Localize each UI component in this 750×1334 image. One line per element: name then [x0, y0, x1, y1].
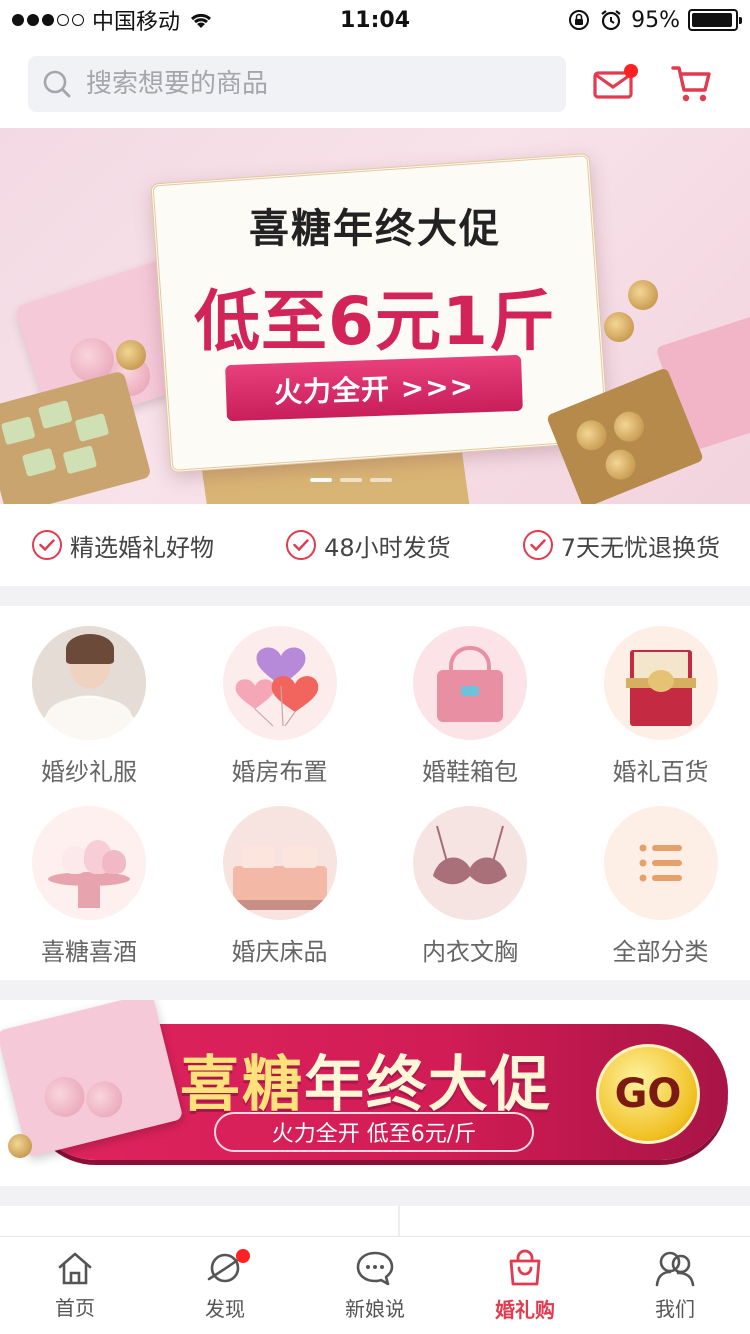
category-item[interactable]: 喜糖喜酒: [0, 806, 184, 967]
status-bar: 中国移动 11:04 95%: [0, 0, 750, 40]
check-circle-icon: [32, 530, 62, 560]
promo-banner[interactable]: 喜糖年终大促 火力全开 低至6元/斤 GO: [0, 1000, 750, 1186]
banner-pager: [310, 478, 392, 482]
chat-bubble-icon: [355, 1249, 395, 1291]
category-label: 婚庆床品: [231, 938, 328, 966]
category-item[interactable]: 内衣文胸: [375, 806, 565, 967]
promo-title-a: 喜糖: [180, 1050, 304, 1120]
hero-headline: 低至6元1斤: [194, 283, 556, 360]
alarm-icon: [601, 10, 621, 31]
category-item[interactable]: 全部分类: [566, 806, 750, 967]
promise-label: 精选婚礼好物: [70, 533, 214, 562]
category-item[interactable]: 婚礼百货: [566, 626, 750, 787]
tab-label: 新娘说: [345, 1297, 405, 1321]
check-circle-icon: [286, 530, 317, 560]
promise-label: 7天无忧退换货: [560, 533, 720, 562]
cart-button[interactable]: [668, 60, 716, 108]
category-item[interactable]: 婚房布置: [185, 626, 375, 787]
category-label: 婚鞋箱包: [422, 758, 518, 786]
mail-button[interactable]: [590, 60, 638, 108]
search-input[interactable]: [86, 69, 552, 99]
tab-home[interactable]: 首页: [0, 1237, 150, 1334]
promo-title-b: 年终大促: [304, 1050, 552, 1120]
bed-icon: [222, 806, 337, 920]
bra-icon: [413, 806, 527, 920]
carrier-label: 中国移动: [92, 10, 181, 35]
promo-go-button[interactable]: GO: [596, 1044, 700, 1144]
cart-icon: [671, 66, 711, 102]
status-right: 95%: [567, 7, 742, 33]
signal-strength-icon: [12, 14, 84, 26]
tab-planet[interactable]: 发现: [150, 1237, 300, 1334]
category-label: 婚礼百货: [612, 758, 709, 786]
tab-label: 发现: [205, 1297, 245, 1321]
bottom-tab-bar: 首页 发现 新娘说 婚礼购 我们: [0, 1236, 750, 1334]
category-item[interactable]: 婚纱礼服: [0, 626, 184, 787]
category-item[interactable]: 婚庆床品: [185, 806, 375, 967]
tab-chat-bubble[interactable]: 新娘说: [300, 1237, 450, 1334]
category-grid: 婚纱礼服 婚房布置 婚鞋箱包 婚礼百货喜糖喜酒 婚庆床品 内衣文胸 全部分类: [0, 606, 750, 980]
wedding-dress-icon: [32, 626, 146, 740]
promo-subtitle: 火力全开 低至6元/斤: [214, 1112, 534, 1152]
promise-label: 48小时发货: [324, 533, 451, 562]
handbag-icon: [413, 626, 527, 740]
gift-box-icon: [603, 626, 718, 740]
hero-banner[interactable]: 喜糖年终大促 低至6元1斤 火力全开 >>>: [0, 128, 750, 504]
shopping-bag-icon: [505, 1248, 545, 1292]
promise-item: 7天无忧退换货: [522, 528, 720, 563]
notification-dot: [236, 1249, 250, 1263]
category-label: 婚房布置: [231, 758, 328, 786]
tab-shopping-bag[interactable]: 婚礼购: [450, 1237, 600, 1334]
check-circle-icon: [522, 530, 553, 560]
heart-balloons-icon: [222, 626, 337, 740]
promise-item: 精选婚礼好物: [32, 528, 214, 563]
home-icon: [56, 1250, 94, 1290]
pager-dot: [340, 478, 362, 482]
tab-label: 首页: [55, 1296, 95, 1320]
category-label: 婚纱礼服: [41, 758, 137, 786]
meringue-stand-icon: [32, 806, 146, 920]
pager-dot: [370, 478, 392, 482]
category-label: 喜糖喜酒: [41, 938, 137, 966]
status-left: 中国移动: [12, 4, 214, 36]
orientation-lock-icon: [569, 10, 590, 30]
wifi-icon: [190, 13, 212, 28]
couple-icon: [654, 1249, 696, 1291]
list-icon: [603, 806, 718, 920]
promo-title: 喜糖年终大促: [180, 1036, 552, 1123]
battery-icon: [688, 9, 742, 31]
tab-label: 我们: [655, 1297, 695, 1321]
mail-unread-dot: [624, 64, 638, 78]
tab-couple[interactable]: 我们: [600, 1237, 750, 1334]
category-label: 内衣文胸: [422, 938, 518, 966]
category-label: 全部分类: [612, 938, 709, 966]
promise-item: 48小时发货: [286, 528, 451, 563]
pager-dot: [310, 478, 332, 482]
search-bar[interactable]: [28, 56, 566, 112]
hero-cta-button[interactable]: 火力全开 >>>: [225, 354, 523, 422]
top-header: [0, 40, 750, 128]
search-icon: [43, 70, 71, 98]
chocolate-image: [8, 1134, 32, 1158]
hero-title: 喜糖年终大促: [249, 206, 501, 252]
category-item[interactable]: 婚鞋箱包: [375, 626, 565, 787]
service-promises: 精选婚礼好物 48小时发货 7天无忧退换货: [0, 504, 750, 586]
battery-fill: [692, 13, 732, 27]
tab-label: 婚礼购: [495, 1298, 555, 1322]
battery-percent: 95%: [631, 7, 680, 33]
